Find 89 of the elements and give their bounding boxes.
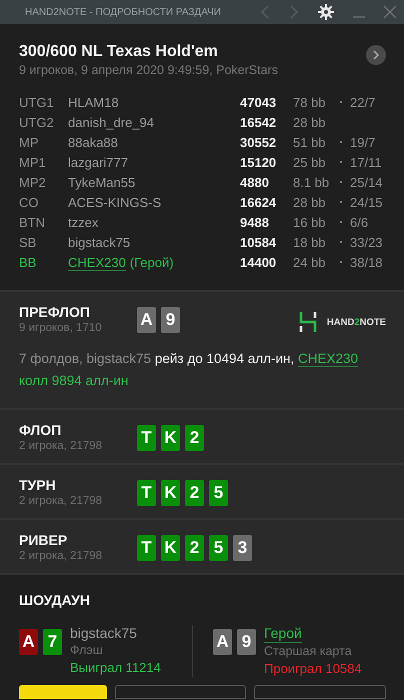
bb-value: 16 bb bbox=[293, 214, 327, 230]
street-info: 2 игрока, 21798 bbox=[19, 439, 104, 453]
stats-value: 6/6 bbox=[350, 214, 368, 230]
player-name[interactable]: Герой bbox=[264, 625, 302, 643]
player-name: bigstack75 bbox=[68, 234, 130, 250]
street-title: РИВЕР bbox=[19, 532, 68, 549]
bb-value: 51 bb bbox=[293, 134, 327, 150]
window-title: HAND2NOTE - ПОДРОБНОСТИ РАЗДАЧИ bbox=[25, 6, 221, 18]
logo-text: HAND2NOTE bbox=[326, 316, 386, 328]
position-label: CO bbox=[19, 194, 40, 210]
stack-value: 4880 bbox=[240, 174, 270, 190]
game-subtitle: 9 игроков, 9 апреля 2020 9:49:59, PokerStars bbox=[19, 62, 278, 79]
playing-card: T bbox=[137, 480, 156, 506]
action-button[interactable] bbox=[114, 685, 246, 699]
playing-card: A bbox=[213, 629, 232, 655]
playing-card: T bbox=[137, 535, 156, 561]
stack-value: 15120 bbox=[240, 154, 278, 170]
stack-value: 9488 bbox=[240, 214, 270, 230]
playing-card: T bbox=[137, 425, 156, 451]
stats-value: 22/7 bbox=[350, 94, 376, 110]
position-label: UTG2 bbox=[19, 114, 55, 130]
position-label: BB bbox=[19, 254, 38, 270]
showdown-title: ШОУДАУН bbox=[19, 592, 91, 609]
playing-card: A bbox=[137, 307, 156, 333]
playing-card: 7 bbox=[43, 629, 62, 655]
stats-value: 19/7 bbox=[350, 134, 376, 150]
position-label: MP bbox=[19, 134, 40, 150]
playing-card: 9 bbox=[237, 629, 256, 655]
hero-tag: (Герой) bbox=[130, 254, 174, 270]
bb-value: 25 bb bbox=[293, 154, 327, 170]
bb-value: 78 bb bbox=[293, 94, 327, 110]
close-icon[interactable] bbox=[384, 6, 396, 18]
playing-card: 5 bbox=[209, 480, 228, 506]
stats-value: 24/15 bbox=[350, 194, 383, 210]
stack-value: 10584 bbox=[240, 234, 278, 250]
playing-card: K bbox=[161, 535, 180, 561]
playing-card: 2 bbox=[185, 535, 204, 561]
hand-combo: Флэш bbox=[70, 642, 104, 659]
playing-card: 9 bbox=[161, 307, 180, 333]
stats-value: 38/18 bbox=[350, 254, 383, 270]
player-name[interactable]: CHEX230 bbox=[68, 254, 126, 270]
position-label: MP2 bbox=[19, 174, 47, 190]
result-text: Проиграл 10584 bbox=[264, 660, 362, 677]
stack-value: 16624 bbox=[240, 194, 278, 210]
stack-value: 14400 bbox=[240, 254, 278, 270]
game-title: 300/600 NL Texas Hold'em bbox=[19, 42, 219, 62]
playing-card: K bbox=[161, 425, 180, 451]
position-label: BTN bbox=[19, 214, 46, 230]
action-button[interactable] bbox=[254, 685, 386, 699]
stats-value: 17/11 bbox=[350, 154, 382, 170]
player-name: lazgari777 bbox=[68, 154, 128, 170]
settings-icon[interactable] bbox=[318, 4, 334, 20]
street-info: 2 игрока, 21798 bbox=[19, 549, 104, 563]
result-text: Выиграл 11214 bbox=[70, 659, 161, 676]
bb-value: 24 bb bbox=[293, 254, 327, 270]
playing-card: K bbox=[161, 480, 180, 506]
bb-value: 28 bb bbox=[293, 114, 327, 130]
playing-card: 2 bbox=[185, 480, 204, 506]
player-name: HLAM18 bbox=[68, 94, 119, 110]
position-label: SB bbox=[19, 234, 38, 250]
hand-combo: Старшая карта bbox=[264, 643, 353, 660]
action-text: 7 фолдов, bigstack75 рейз до 10494 алл-ин, CHEX230 колл 9894 алл-ин bbox=[19, 350, 360, 390]
position-label: UTG1 bbox=[19, 94, 55, 110]
next-icon[interactable] bbox=[366, 45, 386, 65]
street-info: 2 игрока, 21798 bbox=[19, 494, 104, 508]
player-name: danish_dre_94 bbox=[68, 114, 154, 130]
stats-value: 25/14 bbox=[350, 174, 383, 190]
player-name: tzzex bbox=[68, 214, 98, 230]
player-name: bigstack75 bbox=[70, 625, 137, 642]
stats-value: 33/23 bbox=[350, 234, 383, 250]
playing-card: 3 bbox=[233, 535, 252, 561]
playing-card: 5 bbox=[209, 535, 228, 561]
position-label: MP1 bbox=[19, 154, 47, 170]
stack-value: 16542 bbox=[240, 114, 278, 130]
player-name: ACES-KINGS-S bbox=[68, 194, 162, 210]
player-name: TykeMan55 bbox=[68, 174, 136, 190]
street-info: 9 игроков, 1710 bbox=[19, 321, 103, 335]
bb-value: 8.1 bb bbox=[293, 174, 330, 190]
street-title: ПРЕФЛОП bbox=[19, 304, 91, 321]
playing-card: A bbox=[19, 629, 38, 655]
stack-value: 47043 bbox=[240, 94, 278, 110]
logo-icon bbox=[298, 312, 317, 332]
bb-value: 18 bb bbox=[293, 234, 327, 250]
stack-value: 30552 bbox=[240, 134, 278, 150]
playing-card: 2 bbox=[185, 425, 204, 451]
player-name: 88aka88 bbox=[68, 134, 118, 150]
street-title: ТУРН bbox=[19, 477, 57, 494]
street-title: ФЛОП bbox=[19, 422, 62, 439]
bb-value: 28 bb bbox=[293, 194, 327, 210]
